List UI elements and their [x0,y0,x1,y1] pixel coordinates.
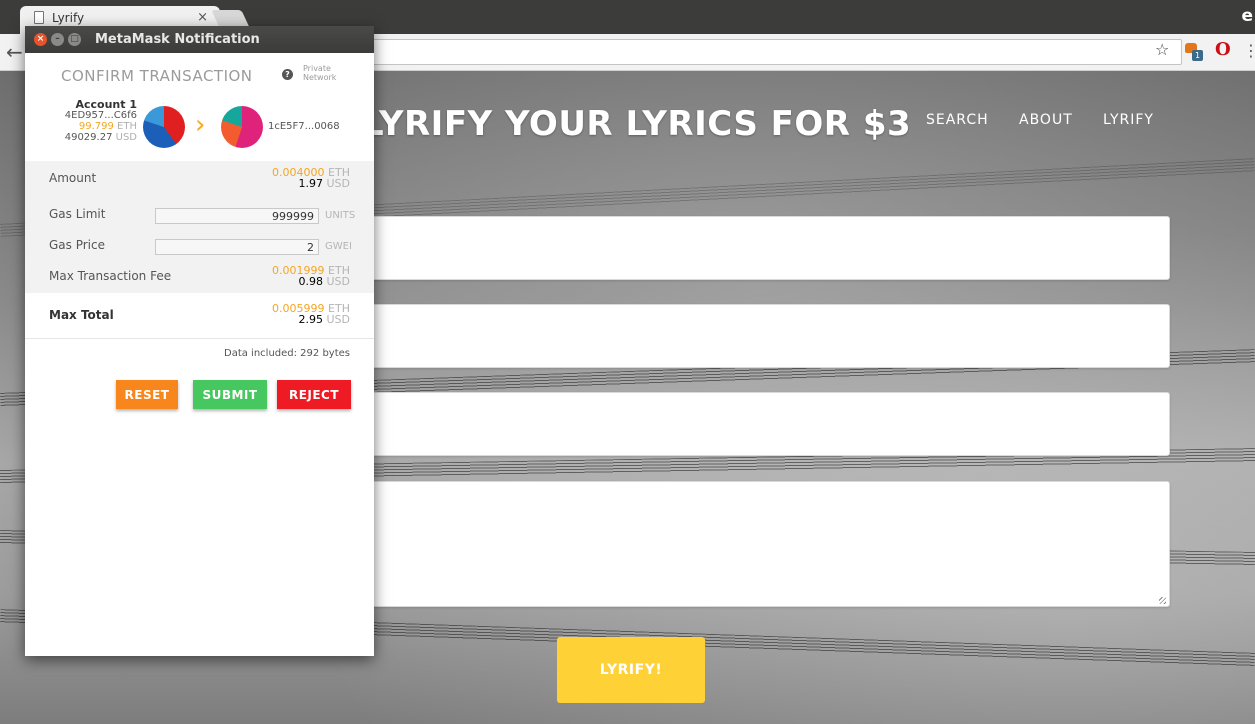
reject-button[interactable]: REJECT [277,380,351,409]
account-name: Account 1 [75,98,137,111]
max-total-value: 0.005999 ETH 2.95 USD [272,302,350,326]
notification-badge: 1 [1192,50,1203,61]
lyrics-textarea[interactable] [366,481,1170,607]
gas-price-unit: GWEI [325,241,352,252]
to-identicon [221,106,263,148]
tab-close-icon[interactable]: × [197,10,208,25]
window-titlebar: × – □ MetaMask Notification [25,26,374,53]
nav-search[interactable]: SEARCH [926,112,989,128]
input-field-3[interactable] [366,392,1170,456]
browser-menu-icon[interactable]: ⋮ [1243,41,1255,60]
account-usd-balance: 49029.27 USD [64,132,137,143]
account-eth-balance: 99.799 ETH [78,121,137,132]
gas-price-input[interactable]: 2 [155,239,319,255]
tab-title: Lyrify [52,11,85,25]
window-maximize-icon[interactable]: □ [68,33,81,46]
resize-handle-icon[interactable] [1159,597,1166,604]
gas-limit-unit: UNITS [325,210,356,221]
account-address: 4ED957...C6f6 [64,110,137,121]
recipient-address: 1cE5F7...0068 [268,121,340,132]
gas-section: Gas Limit 999999 UNITS Gas Price 2 GWEI … [25,201,374,293]
help-icon[interactable]: ? [282,69,293,80]
metamask-extension-icon[interactable]: 1 [1185,43,1203,61]
confirm-transaction-header: CONFIRM TRANSACTION [61,67,253,85]
data-included-note: Data included: 292 bytes [224,348,350,359]
submit-button[interactable]: SUBMIT [193,380,267,409]
nav-lyrify[interactable]: LYRIFY [1103,112,1154,128]
reset-button[interactable]: RESET [116,380,178,409]
amount-value: 0.004000 ETH 1.97 USD [272,166,350,190]
amount-row: Amount 0.004000 ETH 1.97 USD [25,161,374,201]
max-fee-label: Max Transaction Fee [49,269,172,283]
metamask-notification-window: × – □ MetaMask Notification CONFIRM TRAN… [25,26,374,656]
amount-label: Amount [49,171,97,185]
max-total-row: Max Total 0.005999 ETH 2.95 USD [25,293,374,339]
gas-price-label: Gas Price [49,238,105,252]
max-total-label: Max Total [49,308,114,322]
document-icon [34,11,44,24]
network-label-line: Network [303,73,337,82]
network-label: Private Network [303,64,336,82]
back-arrow-icon[interactable]: ← [6,40,23,64]
window-title: MetaMask Notification [95,32,260,47]
opera-extension-icon[interactable]: O [1215,39,1231,60]
window-close-icon[interactable]: × [34,33,47,46]
input-field-1[interactable] [366,216,1170,280]
nav-about[interactable]: ABOUT [1019,112,1073,128]
lyrify-submit-button[interactable]: LYRIFY! [557,637,705,703]
max-fee-value: 0.001999 ETH 0.98 USD [272,264,350,288]
gas-limit-input[interactable]: 999999 [155,208,319,224]
network-label-line: Private [303,64,331,73]
input-field-2[interactable] [366,304,1170,368]
profile-icon[interactable]: e [1241,6,1253,26]
from-identicon [143,106,185,148]
from-account: Account 1 4ED957...C6f6 99.799 ETH 49029… [41,99,137,143]
gas-limit-label: Gas Limit [49,207,106,221]
hero-title: LYRIFY YOUR LYRICS FOR $3 [362,104,912,144]
arrow-right-icon: › [195,110,206,140]
window-minimize-icon[interactable]: – [51,33,64,46]
bookmark-star-icon[interactable]: ☆ [1155,40,1169,59]
